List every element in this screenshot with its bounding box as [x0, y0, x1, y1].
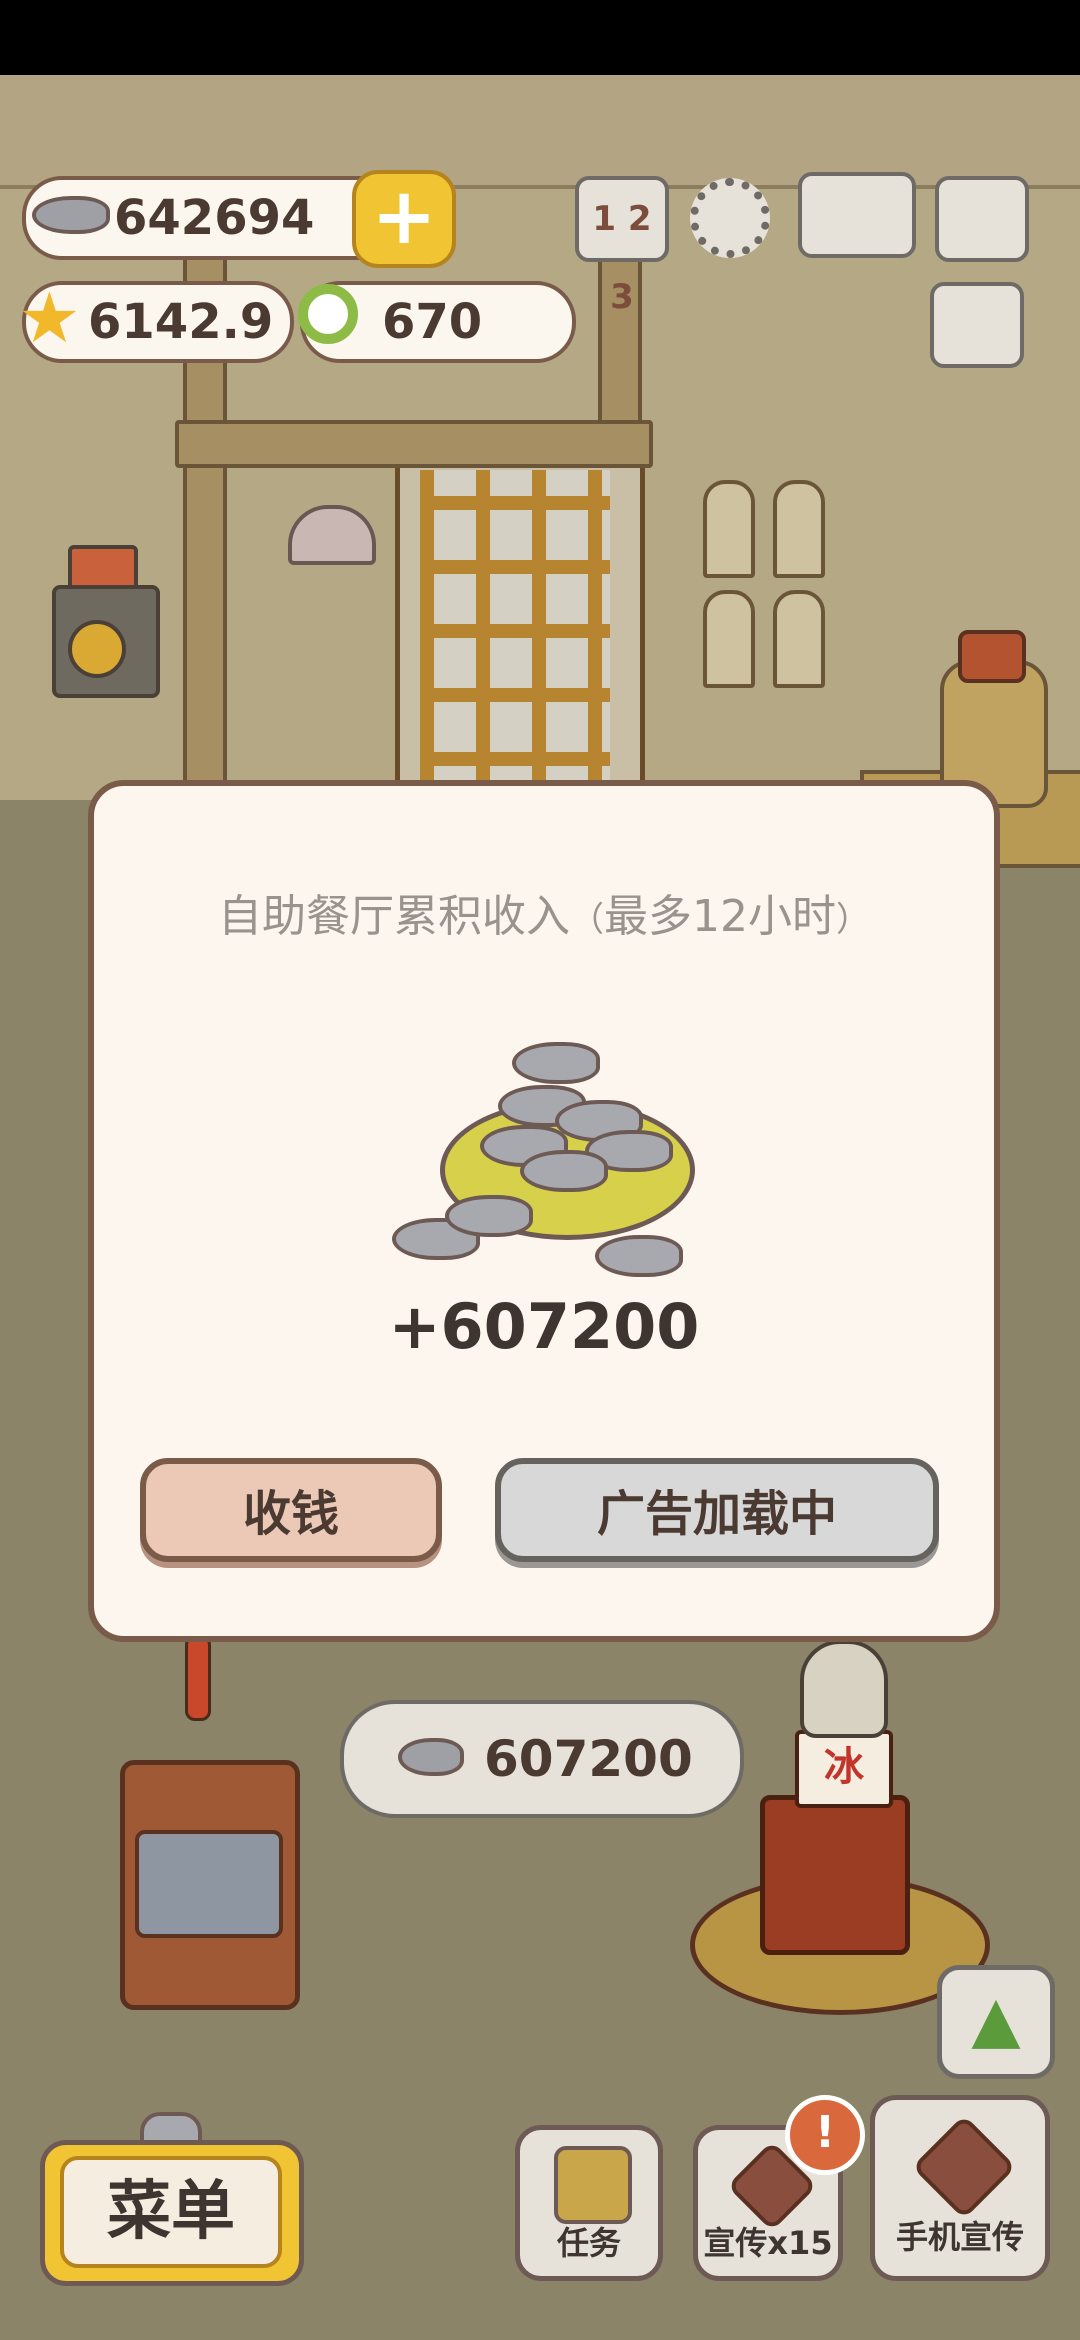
door-lintel — [175, 420, 653, 468]
task-button[interactable]: 任务 — [515, 2125, 663, 2281]
plus-icon: + — [371, 172, 437, 262]
menu-tag-4 — [773, 590, 825, 688]
book-icon[interactable] — [798, 172, 916, 258]
menu-button-label[interactable]: 菜单 — [60, 2156, 282, 2268]
fish-currency-value: 642694 — [114, 190, 315, 246]
ice-sign: 冰 — [795, 1730, 893, 1808]
notification-badge: ! — [785, 2095, 865, 2175]
fish-icon — [512, 1042, 600, 1084]
newspaper-icon[interactable] — [930, 282, 1024, 368]
menu-tag-3 — [703, 590, 755, 688]
task-label: 任务 — [556, 2224, 621, 2262]
phone-promote-label: 手机宣传 — [895, 2218, 1024, 2256]
gacha-window — [135, 1830, 283, 1938]
fish-icon — [595, 1235, 683, 1277]
income-amount: +607200 — [388, 1290, 700, 1363]
coin-icon — [298, 284, 358, 344]
gear-icon[interactable] — [690, 178, 770, 258]
ranking-button[interactable]: 1 2 3 — [575, 176, 669, 317]
dialog-title-text: 自助餐厅累积收入 — [218, 891, 570, 942]
clock-icon — [68, 620, 126, 678]
camera-icon[interactable] — [935, 176, 1029, 262]
fish-icon — [398, 1738, 464, 1776]
arrow-up-icon[interactable]: ▲ — [937, 1965, 1055, 2079]
dialog-title-paren-open: （ — [570, 900, 604, 940]
dialog-title-paren-close: ） — [836, 900, 870, 940]
add-currency-button[interactable]: + — [352, 170, 456, 268]
star-value: 6142.9 — [88, 294, 274, 350]
ad-loading-button[interactable]: 广告加载中 — [495, 1458, 939, 1562]
fish-icon — [32, 196, 110, 234]
coin-value: 670 — [382, 294, 483, 350]
shaved-ice-machine[interactable] — [760, 1795, 910, 1955]
fish-icon — [445, 1195, 533, 1237]
collect-button[interactable]: 收钱 — [140, 1458, 442, 1562]
fish-icon — [520, 1150, 608, 1192]
star-icon: ★ — [18, 277, 81, 359]
cat-character[interactable] — [800, 1640, 888, 1738]
checkbox-icon — [554, 2146, 632, 2224]
menu-tag-2 — [773, 480, 825, 578]
phone-flyer-icon — [911, 2114, 1017, 2220]
vase-lid — [958, 630, 1026, 683]
ceiling-beam — [0, 75, 1080, 189]
dialog-title-note: 最多12小时 — [604, 891, 836, 942]
status-bar — [0, 0, 1080, 75]
promote-label: 宣传x15 — [703, 2224, 833, 2262]
phone-promote-button[interactable]: 手机宣传 — [870, 2095, 1050, 2281]
menu-tag-1 — [703, 480, 755, 578]
dialog-title: 自助餐厅累积收入（最多12小时） — [88, 880, 1000, 944]
fish-counter-value: 607200 — [484, 1730, 693, 1788]
alert-exclamation-icon — [185, 1635, 211, 1721]
door-lattice — [420, 470, 610, 830]
